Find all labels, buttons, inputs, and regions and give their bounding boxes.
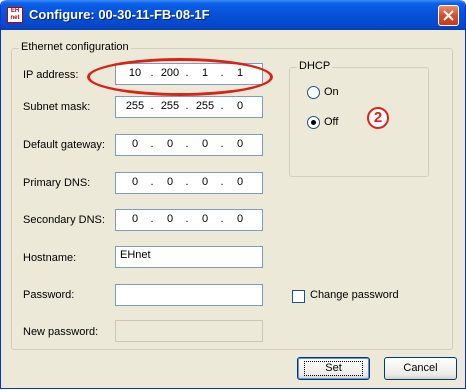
subnet-mask-label: Subnet mask:	[23, 101, 91, 113]
ip-address-label: IP address:	[23, 69, 79, 81]
gateway-dot: .	[150, 138, 154, 150]
subnet-octet-1: 255	[125, 100, 145, 112]
secondary-dns-field[interactable]: 0 . 0 . 0 . 0	[115, 209, 263, 231]
window-title: Configure: 00-30-11-FB-08-1F	[29, 7, 210, 22]
dhcp-on-radio[interactable]	[307, 86, 320, 99]
configure-dialog: EH net Configure: 00-30-11-FB-08-1F Ethe…	[0, 0, 466, 389]
gateway-octet-4: 0	[236, 138, 244, 150]
password-input[interactable]	[115, 284, 263, 306]
primary-dns-octet-4: 0	[236, 176, 244, 188]
hostname-label: Hostname:	[23, 252, 77, 264]
focus-rectangle	[304, 361, 363, 376]
close-button[interactable]	[438, 5, 459, 26]
secondary-dns-dot: .	[220, 213, 224, 225]
secondary-dns-dot: .	[150, 213, 154, 225]
primary-dns-octet-1: 0	[131, 176, 139, 188]
app-icon: EH net	[7, 7, 23, 23]
ip-address-highlight-oval	[87, 58, 273, 96]
secondary-dns-octet-4: 0	[236, 213, 244, 225]
dhcp-off-label[interactable]: Off	[324, 116, 338, 128]
secondary-dns-octet-3: 0	[201, 213, 209, 225]
close-icon	[443, 10, 454, 21]
set-button[interactable]: Set	[297, 357, 370, 380]
primary-dns-octet-3: 0	[201, 176, 209, 188]
default-gateway-label: Default gateway:	[23, 139, 105, 151]
dhcp-legend: DHCP	[297, 60, 333, 72]
change-password-checkbox[interactable]	[292, 290, 305, 303]
gateway-dot: .	[185, 138, 189, 150]
ethernet-configuration-legend: Ethernet configuration	[19, 41, 131, 53]
secondary-dns-dot: .	[185, 213, 189, 225]
primary-dns-octet-2: 0	[166, 176, 174, 188]
annotation-badge: 2	[367, 107, 389, 129]
primary-dns-dot: .	[150, 176, 154, 188]
gateway-octet-1: 0	[131, 138, 139, 150]
subnet-octet-4: 0	[236, 100, 244, 112]
radio-selected-dot	[311, 120, 316, 125]
dhcp-off-radio[interactable]	[307, 116, 320, 129]
cancel-button-label: Cancel	[403, 362, 438, 374]
dhcp-on-label[interactable]: On	[324, 86, 339, 98]
new-password-label: New password:	[23, 326, 99, 338]
secondary-dns-octet-2: 0	[166, 213, 174, 225]
title-bar[interactable]: EH net Configure: 00-30-11-FB-08-1F	[1, 0, 465, 30]
primary-dns-dot: .	[185, 176, 189, 188]
gateway-dot: .	[220, 138, 224, 150]
primary-dns-label: Primary DNS:	[23, 177, 91, 189]
cancel-button[interactable]: Cancel	[384, 357, 457, 380]
primary-dns-field[interactable]: 0 . 0 . 0 . 0	[115, 172, 263, 194]
subnet-octet-2: 255	[160, 100, 180, 112]
gateway-octet-2: 0	[166, 138, 174, 150]
hostname-input[interactable]: EHnet	[115, 246, 263, 268]
default-gateway-field[interactable]: 0 . 0 . 0 . 0	[115, 134, 263, 156]
subnet-mask-field[interactable]: 255 . 255 . 255 . 0	[115, 96, 263, 118]
subnet-octet-3: 255	[195, 100, 215, 112]
gateway-octet-3: 0	[201, 138, 209, 150]
new-password-input	[115, 320, 263, 342]
subnet-dot: .	[185, 100, 189, 112]
subnet-dot: .	[220, 100, 224, 112]
secondary-dns-octet-1: 0	[131, 213, 139, 225]
secondary-dns-label: Secondary DNS:	[23, 214, 105, 226]
subnet-dot: .	[150, 100, 154, 112]
password-label: Password:	[23, 289, 75, 301]
primary-dns-dot: .	[220, 176, 224, 188]
change-password-label[interactable]: Change password	[310, 289, 399, 301]
